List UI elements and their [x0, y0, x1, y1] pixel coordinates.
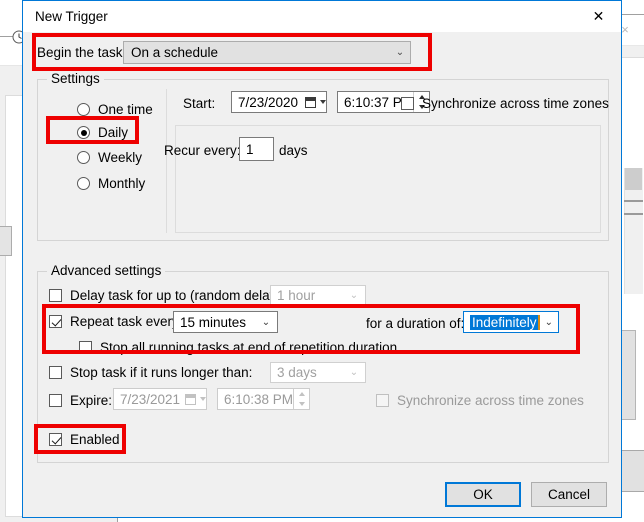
calendar-icon[interactable]	[304, 96, 326, 108]
chevron-down-icon: ⌄	[544, 316, 553, 328]
stop-task-checkbox[interactable]: Stop task if it runs longer than:	[49, 365, 252, 380]
stop-task-duration-dropdown: 3 days ⌄	[270, 362, 366, 383]
start-label: Start:	[183, 96, 216, 111]
chevron-down-icon: ⌄	[349, 290, 359, 301]
radio-monthly-label: Monthly	[98, 176, 146, 191]
chevron-down-icon: ⌄	[349, 367, 359, 378]
duration-value-wrap: Indefinitely	[464, 314, 540, 330]
stop-all-tasks-label: Stop all running tasks at end of repetit…	[100, 340, 398, 355]
duration-label: for a duration of:	[366, 316, 465, 331]
enabled-label: Enabled	[70, 432, 120, 447]
radio-one-time[interactable]: One time	[77, 102, 153, 117]
expire-time-field: 6:10:38 PM	[217, 388, 310, 410]
delay-task-checkbox[interactable]: Delay task for up to (random delay):	[49, 288, 285, 303]
recur-every-value: 1	[246, 141, 254, 157]
checkbox-indicator	[49, 433, 62, 446]
expire-date-field: 7/23/2021	[113, 388, 207, 410]
settings-divider	[166, 89, 167, 233]
sync-time-zones-checkbox[interactable]: Synchronize across time zones	[401, 96, 609, 111]
radio-indicator	[77, 151, 90, 164]
recur-unit-label: days	[279, 143, 308, 158]
radio-monthly[interactable]: Monthly	[77, 176, 145, 191]
expire-label: Expire:	[70, 393, 113, 408]
start-date-value: 7/23/2020	[238, 94, 299, 110]
radio-daily[interactable]: Daily	[77, 125, 128, 140]
expire-sync-label: Synchronize across time zones	[397, 393, 584, 408]
radio-indicator	[77, 103, 90, 116]
close-icon[interactable]: ✕	[576, 1, 621, 31]
delay-duration-dropdown: 1 hour ⌄	[270, 285, 366, 306]
checkbox-indicator	[79, 341, 92, 354]
expire-checkbox[interactable]: Expire:	[49, 393, 112, 408]
background-window-left-edge-control[interactable]	[0, 226, 12, 256]
radio-one-time-label: One time	[98, 102, 153, 117]
radio-weekly-label: Weekly	[98, 150, 143, 165]
checkbox-indicator	[401, 97, 414, 110]
settings-group-title: Settings	[47, 71, 104, 86]
expire-sync-time-zones-checkbox: Synchronize across time zones	[376, 393, 584, 408]
expire-date-value: 7/23/2021	[120, 391, 181, 407]
chevron-down-icon: ⌄	[261, 316, 271, 328]
radio-indicator	[77, 177, 90, 190]
delay-task-label: Delay task for up to (random delay):	[70, 288, 285, 303]
recur-every-label: Recur every:	[164, 143, 241, 158]
duration-value: Indefinitely	[470, 314, 540, 330]
stop-task-label: Stop task if it runs longer than:	[70, 365, 253, 380]
background-scrollbar-thumb[interactable]	[625, 168, 642, 190]
begin-task-label: Begin the task:	[37, 45, 127, 60]
background-divider	[624, 200, 643, 202]
ok-button[interactable]: OK	[445, 482, 521, 507]
dialog-titlebar[interactable]: New Trigger ✕	[23, 1, 621, 32]
delay-duration-value: 1 hour	[277, 288, 316, 303]
radio-weekly[interactable]: Weekly	[77, 150, 142, 165]
enabled-checkbox[interactable]: Enabled	[49, 432, 120, 447]
checkbox-indicator	[49, 366, 62, 379]
radio-daily-label: Daily	[98, 125, 129, 140]
chevron-down-icon: ⌄	[395, 47, 405, 58]
repeat-task-label: Repeat task every:	[70, 314, 183, 329]
radio-indicator	[77, 126, 90, 139]
duration-dropdown[interactable]: Indefinitely ⌄	[463, 311, 559, 333]
advanced-settings-group-title: Advanced settings	[47, 263, 166, 278]
begin-task-value: On a schedule	[131, 45, 219, 60]
repeat-interval-dropdown[interactable]: 15 minutes ⌄	[173, 311, 278, 333]
stop-all-tasks-checkbox[interactable]: Stop all running tasks at end of repetit…	[79, 340, 397, 355]
dialog-title: New Trigger	[35, 9, 108, 24]
time-spinner	[293, 389, 309, 409]
checkbox-indicator	[376, 394, 389, 407]
checkbox-indicator	[49, 315, 62, 328]
checkbox-indicator	[49, 289, 62, 302]
repeat-task-checkbox[interactable]: Repeat task every:	[49, 314, 183, 329]
spinner-down-icon	[298, 402, 305, 406]
sync-time-zones-label: Synchronize across time zones	[422, 96, 609, 111]
checkbox-indicator	[49, 394, 62, 407]
new-trigger-dialog: New Trigger ✕ Begin the task: On a sched…	[22, 0, 622, 518]
expire-time-value: 6:10:38 PM	[224, 391, 294, 407]
calendar-icon	[184, 393, 206, 405]
start-date-field[interactable]: 7/23/2020	[231, 91, 327, 113]
stop-task-duration-value: 3 days	[277, 365, 317, 380]
repeat-interval-value: 15 minutes	[180, 314, 247, 330]
begin-task-dropdown[interactable]: On a schedule ⌄	[123, 41, 411, 64]
background-divider	[624, 213, 643, 215]
cancel-button[interactable]: Cancel	[531, 482, 607, 507]
recur-every-input[interactable]: 1	[239, 137, 274, 161]
spinner-up-icon	[298, 392, 305, 396]
